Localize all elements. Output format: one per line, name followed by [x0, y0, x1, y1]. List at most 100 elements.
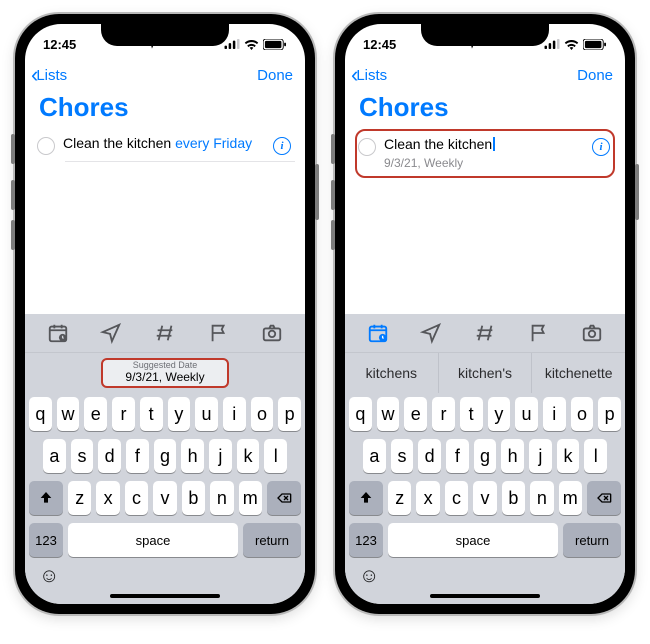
key-m[interactable]: m: [239, 481, 262, 515]
location-icon[interactable]: [100, 322, 122, 344]
key-c[interactable]: c: [445, 481, 468, 515]
key-p[interactable]: p: [278, 397, 301, 431]
key-a[interactable]: a: [363, 439, 386, 473]
key-k[interactable]: k: [237, 439, 260, 473]
status-time: 12:45: [363, 37, 396, 52]
tag-icon[interactable]: [474, 322, 496, 344]
suggestion-1[interactable]: kitchens: [345, 353, 438, 393]
emoji-key[interactable]: ☺: [359, 565, 379, 588]
key-s[interactable]: s: [391, 439, 414, 473]
key-i[interactable]: i: [543, 397, 566, 431]
flag-icon[interactable]: [528, 322, 550, 344]
key-t[interactable]: t: [140, 397, 163, 431]
back-label: Lists: [356, 67, 387, 84]
text-cursor: [493, 137, 495, 151]
calendar-icon[interactable]: [367, 322, 389, 344]
reminder-row[interactable]: Clean the kitchen 9/3/21, Weekly i: [355, 129, 615, 178]
key-z[interactable]: z: [68, 481, 91, 515]
key-u[interactable]: u: [515, 397, 538, 431]
suggested-date-pill[interactable]: Suggested Date 9/3/21, Weekly: [101, 358, 228, 388]
key-a[interactable]: a: [43, 439, 66, 473]
key-b[interactable]: b: [182, 481, 205, 515]
complete-radio[interactable]: [37, 137, 55, 155]
key-q[interactable]: q: [29, 397, 52, 431]
key-f[interactable]: f: [446, 439, 469, 473]
key-f[interactable]: f: [126, 439, 149, 473]
flag-icon[interactable]: [208, 322, 230, 344]
suggestion-2[interactable]: kitchen's: [438, 353, 532, 393]
battery-icon: [263, 39, 287, 50]
space-key[interactable]: space: [68, 523, 238, 557]
key-n[interactable]: n: [530, 481, 553, 515]
key-j[interactable]: j: [529, 439, 552, 473]
key-r[interactable]: r: [112, 397, 135, 431]
key-v[interactable]: v: [473, 481, 496, 515]
key-h[interactable]: h: [181, 439, 204, 473]
suggestion-bar: Suggested Date 9/3/21, Weekly: [25, 353, 305, 393]
key-x[interactable]: x: [96, 481, 119, 515]
key-x[interactable]: x: [416, 481, 439, 515]
info-button[interactable]: i: [273, 137, 291, 155]
key-q[interactable]: q: [349, 397, 372, 431]
location-icon[interactable]: [420, 322, 442, 344]
space-key[interactable]: space: [388, 523, 558, 557]
key-w[interactable]: w: [377, 397, 400, 431]
key-o[interactable]: o: [251, 397, 274, 431]
complete-radio[interactable]: [358, 138, 376, 156]
key-g[interactable]: g: [474, 439, 497, 473]
tag-icon[interactable]: [154, 322, 176, 344]
key-z[interactable]: z: [388, 481, 411, 515]
back-button[interactable]: ‹ Lists: [351, 62, 387, 88]
battery-icon: [583, 39, 607, 50]
key-s[interactable]: s: [71, 439, 94, 473]
camera-icon[interactable]: [581, 322, 603, 344]
key-i[interactable]: i: [223, 397, 246, 431]
return-key[interactable]: return: [563, 523, 621, 557]
key-d[interactable]: d: [98, 439, 121, 473]
back-button[interactable]: ‹ Lists: [31, 62, 67, 88]
key-e[interactable]: e: [84, 397, 107, 431]
info-button[interactable]: i: [592, 138, 610, 156]
key-y[interactable]: y: [488, 397, 511, 431]
key-d[interactable]: d: [418, 439, 441, 473]
reminder-row[interactable]: Clean the kitchen every Friday i: [35, 129, 295, 161]
key-c[interactable]: c: [125, 481, 148, 515]
key-j[interactable]: j: [209, 439, 232, 473]
home-indicator[interactable]: [430, 594, 540, 598]
quick-toolbar: [345, 314, 625, 353]
suggestion-3[interactable]: kitchenette: [531, 353, 625, 393]
key-b[interactable]: b: [502, 481, 525, 515]
key-p[interactable]: p: [598, 397, 621, 431]
key-e[interactable]: e: [404, 397, 427, 431]
key-r[interactable]: r: [432, 397, 455, 431]
key-l[interactable]: l: [584, 439, 607, 473]
key-h[interactable]: h: [501, 439, 524, 473]
camera-icon[interactable]: [261, 322, 283, 344]
home-indicator[interactable]: [110, 594, 220, 598]
emoji-key[interactable]: ☺: [39, 565, 59, 588]
key-o[interactable]: o: [571, 397, 594, 431]
calendar-icon[interactable]: [47, 322, 69, 344]
key-n[interactable]: n: [210, 481, 233, 515]
done-button[interactable]: Done: [577, 67, 613, 84]
delete-key[interactable]: [587, 481, 621, 515]
key-w[interactable]: w: [57, 397, 80, 431]
shift-key[interactable]: [29, 481, 63, 515]
return-key[interactable]: return: [243, 523, 301, 557]
done-button[interactable]: Done: [257, 67, 293, 84]
numbers-key[interactable]: 123: [29, 523, 63, 557]
key-y[interactable]: y: [168, 397, 191, 431]
key-t[interactable]: t: [460, 397, 483, 431]
numbers-key[interactable]: 123: [349, 523, 383, 557]
delete-key[interactable]: [267, 481, 301, 515]
key-v[interactable]: v: [153, 481, 176, 515]
reminder-text[interactable]: Clean the kitchen 9/3/21, Weekly: [384, 136, 584, 171]
key-g[interactable]: g: [154, 439, 177, 473]
key-l[interactable]: l: [264, 439, 287, 473]
shift-key[interactable]: [349, 481, 383, 515]
key-u[interactable]: u: [195, 397, 218, 431]
key-m[interactable]: m: [559, 481, 582, 515]
reminder-text[interactable]: Clean the kitchen every Friday: [63, 135, 265, 153]
key-k[interactable]: k: [557, 439, 580, 473]
wifi-icon: [564, 39, 579, 50]
